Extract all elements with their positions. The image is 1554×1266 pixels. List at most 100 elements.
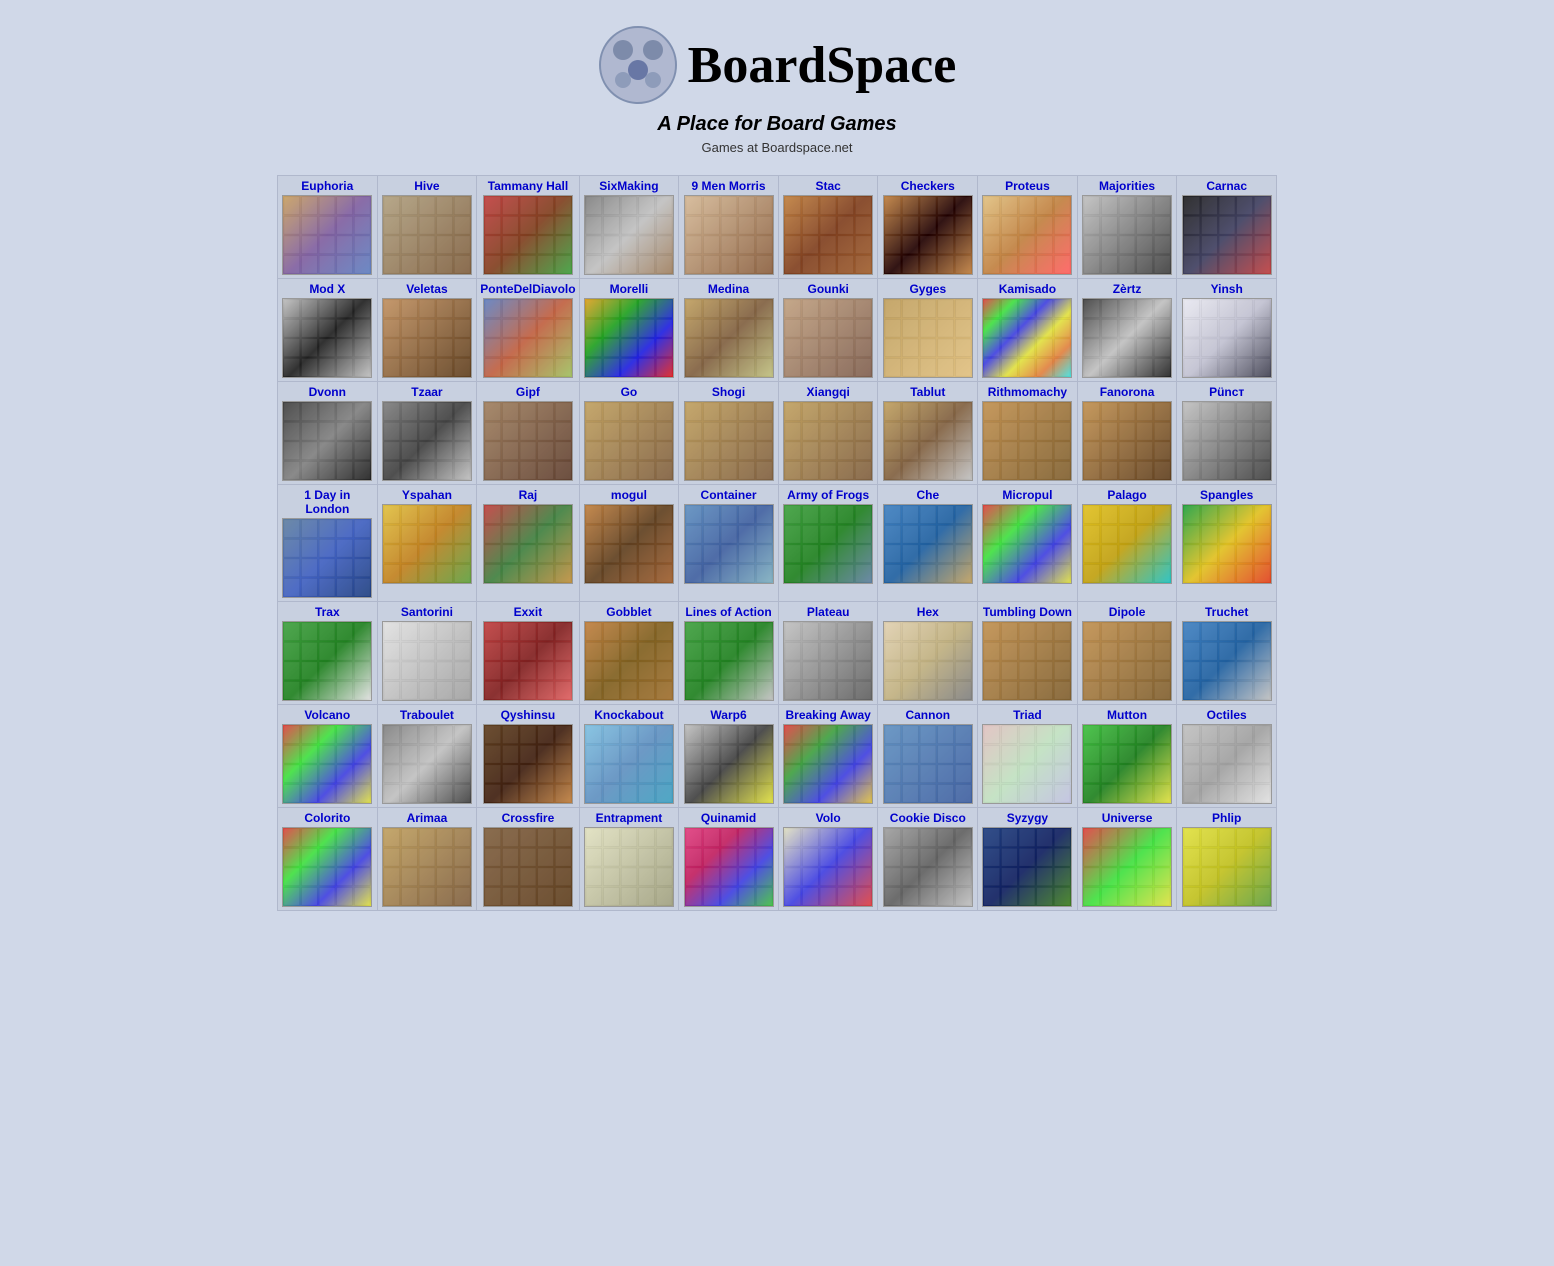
game-link-gipf[interactable]: Gipf xyxy=(480,385,575,399)
game-link-tumbling-down[interactable]: Tumbling Down xyxy=(981,605,1074,619)
game-link-rithmomachy[interactable]: Rithmomachy xyxy=(981,385,1074,399)
game-image-go xyxy=(584,401,674,481)
game-link-pontedeldiavolo[interactable]: PonteDelDiavolo xyxy=(480,282,575,296)
game-link-1-day-in-london[interactable]: 1 Day in London xyxy=(281,488,374,516)
game-link-spangles[interactable]: Spangles xyxy=(1180,488,1273,502)
game-image-army-of-frogs xyxy=(783,504,873,584)
game-image-dvonn xyxy=(282,401,372,481)
game-link-volo[interactable]: Volo xyxy=(782,811,875,825)
game-cell: Colorito xyxy=(278,808,378,911)
game-link-syzygy[interactable]: Syzygy xyxy=(981,811,1074,825)
game-link-euphoria[interactable]: Euphoria xyxy=(281,179,374,193)
game-link-medina[interactable]: Medina xyxy=(682,282,775,296)
game-image-gounki xyxy=(783,298,873,378)
game-link-arimaa[interactable]: Arimaa xyxy=(381,811,474,825)
game-image-raj xyxy=(483,504,573,584)
game-link-gounki[interactable]: Gounki xyxy=(782,282,875,296)
game-link-zèrtz[interactable]: Zèrtz xyxy=(1081,282,1174,296)
game-link-raj[interactable]: Raj xyxy=(480,488,575,502)
game-link-hex[interactable]: Hex xyxy=(881,605,974,619)
game-link-micropul[interactable]: Micropul xyxy=(981,488,1074,502)
game-link-triad[interactable]: Triad xyxy=(981,708,1074,722)
game-link-warp6[interactable]: Warp6 xyxy=(682,708,775,722)
game-link-truchet[interactable]: Truchet xyxy=(1180,605,1273,619)
game-cell: 1 Day in London xyxy=(278,485,378,602)
game-link-cookie-disco[interactable]: Cookie Disco xyxy=(881,811,974,825)
game-link-volcano[interactable]: Volcano xyxy=(281,708,374,722)
game-link-knockabout[interactable]: Knockabout xyxy=(583,708,676,722)
game-link-shogi[interactable]: Shogi xyxy=(682,385,775,399)
game-link-püncт[interactable]: Püncт xyxy=(1180,385,1273,399)
game-link-xiangqi[interactable]: Xiangqi xyxy=(782,385,875,399)
game-link-veletas[interactable]: Veletas xyxy=(381,282,474,296)
game-cell: Proteus xyxy=(978,176,1078,279)
game-cell: Truchet xyxy=(1177,602,1277,705)
game-link-qyshinsu[interactable]: Qyshinsu xyxy=(480,708,575,722)
game-link-dipole[interactable]: Dipole xyxy=(1081,605,1174,619)
game-image-dipole xyxy=(1082,621,1172,701)
game-link-go[interactable]: Go xyxy=(583,385,676,399)
game-link-plateau[interactable]: Plateau xyxy=(782,605,875,619)
game-link-majorities[interactable]: Majorities xyxy=(1081,179,1174,193)
game-image-plateau xyxy=(783,621,873,701)
game-cell: Lines of Action xyxy=(679,602,779,705)
game-link-stac[interactable]: Stac xyxy=(782,179,875,193)
game-link-kamisado[interactable]: Kamisado xyxy=(981,282,1074,296)
game-link-hive[interactable]: Hive xyxy=(381,179,474,193)
game-link-gyges[interactable]: Gyges xyxy=(881,282,974,296)
game-image-euphoria xyxy=(282,195,372,275)
game-link-sixmaking[interactable]: SixMaking xyxy=(583,179,676,193)
game-cell: Tammany Hall xyxy=(477,176,579,279)
game-link-universe[interactable]: Universe xyxy=(1081,811,1174,825)
game-link-9-men-morris[interactable]: 9 Men Morris xyxy=(682,179,775,193)
game-link-colorito[interactable]: Colorito xyxy=(281,811,374,825)
game-link-morelli[interactable]: Morelli xyxy=(583,282,676,296)
game-link-crossfire[interactable]: Crossfire xyxy=(480,811,575,825)
game-link-octiles[interactable]: Octiles xyxy=(1180,708,1273,722)
game-link-che[interactable]: Che xyxy=(881,488,974,502)
game-link-mutton[interactable]: Mutton xyxy=(1081,708,1174,722)
game-link-army-of-frogs[interactable]: Army of Frogs xyxy=(782,488,875,502)
game-link-gobblet[interactable]: Gobblet xyxy=(583,605,676,619)
game-image-micropul xyxy=(982,504,1072,584)
game-link-checkers[interactable]: Checkers xyxy=(881,179,974,193)
game-image-traboulet xyxy=(382,724,472,804)
game-link-breaking-away[interactable]: Breaking Away xyxy=(782,708,875,722)
game-link-proteus[interactable]: Proteus xyxy=(981,179,1074,193)
game-image-qyshinsu xyxy=(483,724,573,804)
game-image-spangles xyxy=(1182,504,1272,584)
game-link-cannon[interactable]: Cannon xyxy=(881,708,974,722)
game-link-quinamid[interactable]: Quinamid xyxy=(682,811,775,825)
game-link-tammany-hall[interactable]: Tammany Hall xyxy=(480,179,575,193)
game-link-dvonn[interactable]: Dvonn xyxy=(281,385,374,399)
game-image-breaking-away xyxy=(783,724,873,804)
game-link-phlip[interactable]: Phlip xyxy=(1180,811,1273,825)
game-cell: Gobblet xyxy=(579,602,679,705)
game-link-fanorona[interactable]: Fanorona xyxy=(1081,385,1174,399)
game-row-6: Colorito Arimaa Crossfire Entrapment Quinami… xyxy=(278,808,1277,911)
game-cell: 9 Men Morris xyxy=(679,176,779,279)
game-image-triad xyxy=(982,724,1072,804)
game-cell: Army of Frogs xyxy=(778,485,878,602)
game-image-knockabout xyxy=(584,724,674,804)
game-link-carnac[interactable]: Carnac xyxy=(1180,179,1273,193)
game-link-container[interactable]: Container xyxy=(682,488,775,502)
game-image-exxit xyxy=(483,621,573,701)
game-image-shogi xyxy=(684,401,774,481)
game-link-yspahan[interactable]: Yspahan xyxy=(381,488,474,502)
game-link-traboulet[interactable]: Traboulet xyxy=(381,708,474,722)
game-link-mod-x[interactable]: Mod X xyxy=(281,282,374,296)
game-link-tablut[interactable]: Tablut xyxy=(881,385,974,399)
game-link-yinsh[interactable]: Yinsh xyxy=(1180,282,1273,296)
game-link-santorini[interactable]: Santorini xyxy=(381,605,474,619)
game-link-palago[interactable]: Palago xyxy=(1081,488,1174,502)
game-link-exxit[interactable]: Exxit xyxy=(480,605,575,619)
game-cell: Tzaar xyxy=(377,382,477,485)
game-cell: Octiles xyxy=(1177,705,1277,808)
game-link-entrapment[interactable]: Entrapment xyxy=(583,811,676,825)
game-image-carnac xyxy=(1182,195,1272,275)
game-link-mogul[interactable]: mogul xyxy=(583,488,676,502)
game-link-tzaar[interactable]: Tzaar xyxy=(381,385,474,399)
game-link-trax[interactable]: Trax xyxy=(281,605,374,619)
game-link-lines-of-action[interactable]: Lines of Action xyxy=(682,605,775,619)
